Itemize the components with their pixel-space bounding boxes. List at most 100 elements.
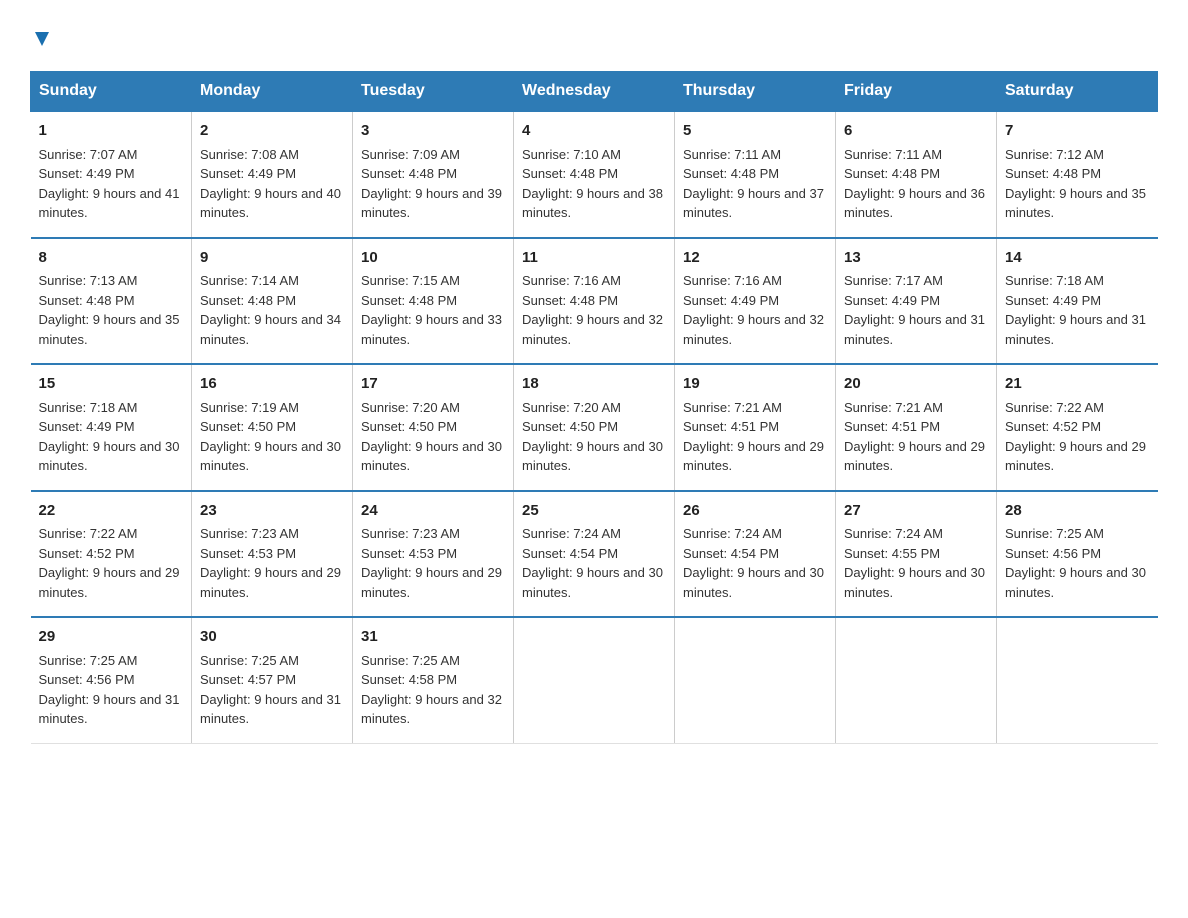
calendar-day-cell: 18 Sunrise: 7:20 AMSunset: 4:50 PMDaylig…	[514, 364, 675, 491]
day-number: 30	[200, 626, 344, 649]
day-info: Sunrise: 7:11 AMSunset: 4:48 PMDaylight:…	[683, 147, 824, 221]
day-info: Sunrise: 7:20 AMSunset: 4:50 PMDaylight:…	[522, 400, 663, 474]
day-of-week-header: Saturday	[997, 72, 1158, 112]
calendar-day-cell: 19 Sunrise: 7:21 AMSunset: 4:51 PMDaylig…	[675, 364, 836, 491]
day-info: Sunrise: 7:24 AMSunset: 4:55 PMDaylight:…	[844, 526, 985, 600]
day-number: 14	[1005, 247, 1150, 270]
day-number: 7	[1005, 120, 1150, 143]
calendar-day-cell: 31 Sunrise: 7:25 AMSunset: 4:58 PMDaylig…	[353, 617, 514, 743]
calendar-day-cell: 16 Sunrise: 7:19 AMSunset: 4:50 PMDaylig…	[192, 364, 353, 491]
day-info: Sunrise: 7:16 AMSunset: 4:49 PMDaylight:…	[683, 273, 824, 347]
day-number: 18	[522, 373, 666, 396]
day-number: 1	[39, 120, 184, 143]
day-info: Sunrise: 7:25 AMSunset: 4:56 PMDaylight:…	[39, 653, 180, 727]
day-number: 29	[39, 626, 184, 649]
day-number: 12	[683, 247, 827, 270]
day-info: Sunrise: 7:22 AMSunset: 4:52 PMDaylight:…	[39, 526, 180, 600]
day-number: 17	[361, 373, 505, 396]
day-number: 10	[361, 247, 505, 270]
day-info: Sunrise: 7:21 AMSunset: 4:51 PMDaylight:…	[844, 400, 985, 474]
calendar-day-cell: 9 Sunrise: 7:14 AMSunset: 4:48 PMDayligh…	[192, 238, 353, 365]
logo-arrow-icon	[33, 22, 51, 55]
day-number: 19	[683, 373, 827, 396]
day-info: Sunrise: 7:23 AMSunset: 4:53 PMDaylight:…	[361, 526, 502, 600]
day-number: 5	[683, 120, 827, 143]
calendar-day-cell: 29 Sunrise: 7:25 AMSunset: 4:56 PMDaylig…	[31, 617, 192, 743]
day-info: Sunrise: 7:24 AMSunset: 4:54 PMDaylight:…	[522, 526, 663, 600]
calendar-week-row: 8 Sunrise: 7:13 AMSunset: 4:48 PMDayligh…	[31, 238, 1158, 365]
day-number: 31	[361, 626, 505, 649]
day-number: 6	[844, 120, 988, 143]
calendar-day-cell: 20 Sunrise: 7:21 AMSunset: 4:51 PMDaylig…	[836, 364, 997, 491]
logo	[30, 20, 51, 53]
day-info: Sunrise: 7:18 AMSunset: 4:49 PMDaylight:…	[1005, 273, 1146, 347]
day-of-week-header: Friday	[836, 72, 997, 112]
day-number: 22	[39, 500, 184, 523]
day-number: 3	[361, 120, 505, 143]
day-number: 11	[522, 247, 666, 270]
day-of-week-header: Wednesday	[514, 72, 675, 112]
day-info: Sunrise: 7:23 AMSunset: 4:53 PMDaylight:…	[200, 526, 341, 600]
calendar-header-row: SundayMondayTuesdayWednesdayThursdayFrid…	[31, 72, 1158, 112]
calendar-day-cell: 24 Sunrise: 7:23 AMSunset: 4:53 PMDaylig…	[353, 491, 514, 618]
day-info: Sunrise: 7:07 AMSunset: 4:49 PMDaylight:…	[39, 147, 180, 221]
day-info: Sunrise: 7:25 AMSunset: 4:57 PMDaylight:…	[200, 653, 341, 727]
calendar-day-cell: 28 Sunrise: 7:25 AMSunset: 4:56 PMDaylig…	[997, 491, 1158, 618]
day-info: Sunrise: 7:19 AMSunset: 4:50 PMDaylight:…	[200, 400, 341, 474]
day-info: Sunrise: 7:20 AMSunset: 4:50 PMDaylight:…	[361, 400, 502, 474]
calendar-day-cell: 22 Sunrise: 7:22 AMSunset: 4:52 PMDaylig…	[31, 491, 192, 618]
calendar-day-cell: 5 Sunrise: 7:11 AMSunset: 4:48 PMDayligh…	[675, 111, 836, 238]
calendar-day-cell: 15 Sunrise: 7:18 AMSunset: 4:49 PMDaylig…	[31, 364, 192, 491]
day-number: 16	[200, 373, 344, 396]
day-of-week-header: Monday	[192, 72, 353, 112]
day-number: 27	[844, 500, 988, 523]
day-number: 2	[200, 120, 344, 143]
calendar-day-cell: 23 Sunrise: 7:23 AMSunset: 4:53 PMDaylig…	[192, 491, 353, 618]
calendar-day-cell: 17 Sunrise: 7:20 AMSunset: 4:50 PMDaylig…	[353, 364, 514, 491]
calendar-day-cell: 30 Sunrise: 7:25 AMSunset: 4:57 PMDaylig…	[192, 617, 353, 743]
day-number: 28	[1005, 500, 1150, 523]
day-info: Sunrise: 7:11 AMSunset: 4:48 PMDaylight:…	[844, 147, 985, 221]
day-info: Sunrise: 7:09 AMSunset: 4:48 PMDaylight:…	[361, 147, 502, 221]
day-number: 8	[39, 247, 184, 270]
calendar-day-cell: 1 Sunrise: 7:07 AMSunset: 4:49 PMDayligh…	[31, 111, 192, 238]
day-number: 23	[200, 500, 344, 523]
day-number: 13	[844, 247, 988, 270]
calendar-day-cell: 13 Sunrise: 7:17 AMSunset: 4:49 PMDaylig…	[836, 238, 997, 365]
day-of-week-header: Tuesday	[353, 72, 514, 112]
day-info: Sunrise: 7:17 AMSunset: 4:49 PMDaylight:…	[844, 273, 985, 347]
day-number: 4	[522, 120, 666, 143]
calendar-table: SundayMondayTuesdayWednesdayThursdayFrid…	[30, 71, 1158, 744]
calendar-day-cell: 4 Sunrise: 7:10 AMSunset: 4:48 PMDayligh…	[514, 111, 675, 238]
calendar-day-cell: 26 Sunrise: 7:24 AMSunset: 4:54 PMDaylig…	[675, 491, 836, 618]
calendar-day-cell: 14 Sunrise: 7:18 AMSunset: 4:49 PMDaylig…	[997, 238, 1158, 365]
calendar-day-cell	[997, 617, 1158, 743]
calendar-day-cell	[675, 617, 836, 743]
day-info: Sunrise: 7:15 AMSunset: 4:48 PMDaylight:…	[361, 273, 502, 347]
day-of-week-header: Sunday	[31, 72, 192, 112]
calendar-day-cell: 21 Sunrise: 7:22 AMSunset: 4:52 PMDaylig…	[997, 364, 1158, 491]
day-number: 26	[683, 500, 827, 523]
day-of-week-header: Thursday	[675, 72, 836, 112]
day-info: Sunrise: 7:24 AMSunset: 4:54 PMDaylight:…	[683, 526, 824, 600]
calendar-day-cell: 8 Sunrise: 7:13 AMSunset: 4:48 PMDayligh…	[31, 238, 192, 365]
calendar-day-cell	[836, 617, 997, 743]
calendar-week-row: 15 Sunrise: 7:18 AMSunset: 4:49 PMDaylig…	[31, 364, 1158, 491]
calendar-day-cell: 25 Sunrise: 7:24 AMSunset: 4:54 PMDaylig…	[514, 491, 675, 618]
calendar-day-cell: 6 Sunrise: 7:11 AMSunset: 4:48 PMDayligh…	[836, 111, 997, 238]
day-info: Sunrise: 7:21 AMSunset: 4:51 PMDaylight:…	[683, 400, 824, 474]
day-info: Sunrise: 7:16 AMSunset: 4:48 PMDaylight:…	[522, 273, 663, 347]
calendar-day-cell: 12 Sunrise: 7:16 AMSunset: 4:49 PMDaylig…	[675, 238, 836, 365]
calendar-week-row: 29 Sunrise: 7:25 AMSunset: 4:56 PMDaylig…	[31, 617, 1158, 743]
day-info: Sunrise: 7:22 AMSunset: 4:52 PMDaylight:…	[1005, 400, 1146, 474]
day-number: 9	[200, 247, 344, 270]
calendar-day-cell: 3 Sunrise: 7:09 AMSunset: 4:48 PMDayligh…	[353, 111, 514, 238]
day-info: Sunrise: 7:08 AMSunset: 4:49 PMDaylight:…	[200, 147, 341, 221]
day-number: 24	[361, 500, 505, 523]
calendar-day-cell: 2 Sunrise: 7:08 AMSunset: 4:49 PMDayligh…	[192, 111, 353, 238]
day-number: 25	[522, 500, 666, 523]
day-info: Sunrise: 7:18 AMSunset: 4:49 PMDaylight:…	[39, 400, 180, 474]
day-number: 20	[844, 373, 988, 396]
day-info: Sunrise: 7:14 AMSunset: 4:48 PMDaylight:…	[200, 273, 341, 347]
day-info: Sunrise: 7:25 AMSunset: 4:56 PMDaylight:…	[1005, 526, 1146, 600]
